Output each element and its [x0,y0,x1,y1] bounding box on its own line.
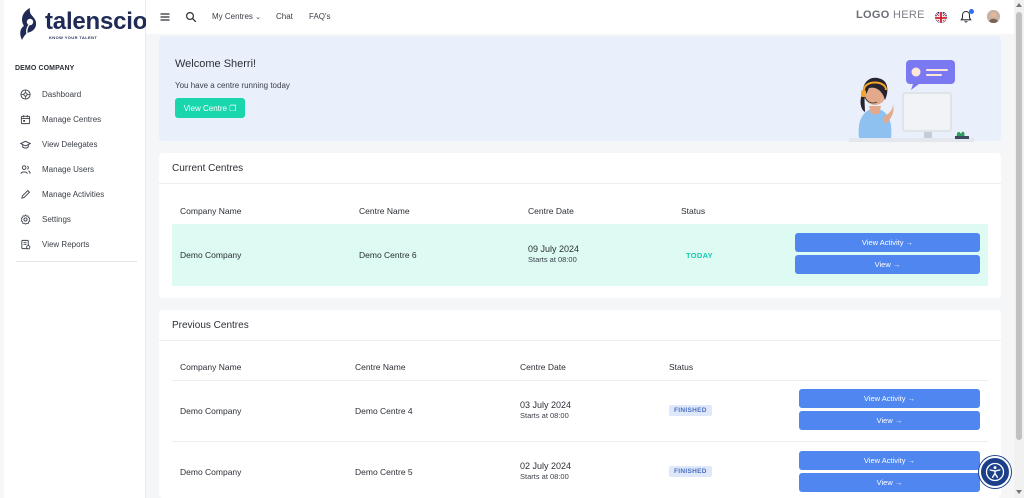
column-header-date: Centre Date [528,206,574,216]
previous-centres-card: Previous Centres Company Name Centre Nam… [159,310,1001,498]
row-divider [172,441,988,442]
sidebar-item-label: Manage Centres [42,115,102,124]
view-activity-button[interactable]: View Activity → [799,389,980,408]
column-header-company: Company Name [180,362,242,372]
scroll-up-arrow-icon[interactable] [1016,3,1022,7]
welcome-heading: Welcome Sherri! [175,58,257,70]
centre-start-time: Starts at 08:00 [520,472,569,481]
centre-date: 03 July 2024 [520,400,572,410]
sidebar-item-label: Settings [42,215,71,224]
view-activity-button[interactable]: View Activity → [799,451,980,470]
brand-tagline: KNOW YOUR TALENT [49,35,98,40]
sidebar-item-manage-activities[interactable]: Manage Activities [17,182,142,207]
logo-placeholder: LOGO HERE [856,9,925,21]
centre-cell: Demo Centre 6 [359,250,417,260]
sidebar-item-manage-centres[interactable]: Manage Centres [17,107,142,132]
nav-chat[interactable]: Chat [276,12,293,21]
sidebar-item-label: Manage Activities [42,190,105,199]
welcome-message: You have a centre running today [175,81,290,90]
calendar-icon [20,115,31,125]
welcome-banner: Welcome Sherri! You have a centre runnin… [159,36,1001,142]
sidebar-divider [16,261,137,262]
notification-badge [969,9,974,14]
company-cell: Demo Company [180,467,242,477]
nav-my-centres[interactable]: My Centres ⌄ [212,12,261,21]
sidebar-item-label: View Reports [42,240,90,249]
brand-name: talenscio [45,8,148,35]
chevron-down-icon: ⌄ [255,14,262,21]
date-cell: 03 July 2024 Starts at 08:00 [520,400,571,420]
sidebar-nav: Dashboard Manage Centres View Delegates … [17,82,142,257]
nav-faqs[interactable]: FAQ's [309,12,331,21]
company-label: DEMO COMPANY [15,65,75,72]
centre-start-time: Starts at 08:00 [528,255,577,264]
scroll-thumb[interactable] [1016,12,1022,440]
view-button[interactable]: View → [799,473,980,492]
sidebar-item-settings[interactable]: Settings [17,207,142,232]
previous-centres-title: Previous Centres [172,320,249,331]
brand-logo[interactable]: talenscio KNOW YOUR TALENT [16,6,147,44]
centre-date: 02 July 2024 [520,461,572,471]
talenscio-logo-icon [20,8,37,40]
graduation-cap-icon [20,140,31,149]
company-cell: Demo Company [180,250,242,260]
support-agent-illustration [849,60,974,142]
card-divider [159,183,1001,184]
users-icon [20,165,31,174]
sidebar-item-label: Manage Users [42,165,95,174]
search-icon[interactable] [185,11,197,23]
centre-start-time: Starts at 08:00 [520,411,569,420]
column-header-date: Centre Date [520,362,566,372]
accessibility-button[interactable] [979,456,1011,488]
centre-cell: Demo Centre 5 [355,467,413,477]
page-scrollbar[interactable] [1014,0,1024,498]
column-header-company: Company Name [180,206,242,216]
sidebar-item-view-delegates[interactable]: View Delegates [17,132,142,157]
sidebar-item-label: View Delegates [42,140,98,149]
status-badge: TODAY [686,251,713,260]
column-header-status: Status [681,206,706,216]
centre-cell: Demo Centre 4 [355,406,413,416]
card-divider [159,340,1001,341]
sidebar-item-manage-users[interactable]: Manage Users [17,157,142,182]
date-cell: 09 July 2024 Starts at 08:00 [528,244,579,264]
top-bar: My Centres ⌄ Chat FAQ's LOGO HERE [146,0,1014,34]
accessibility-icon [985,462,1005,482]
sidebar-item-view-reports[interactable]: View Reports [17,232,142,257]
view-activity-button[interactable]: View Activity → [795,233,980,252]
centre-date: 09 July 2024 [528,244,580,254]
user-avatar[interactable] [987,10,1000,23]
hamburger-icon[interactable] [159,11,171,23]
gear-icon [20,214,31,225]
row-divider [172,380,988,381]
scroll-down-arrow-icon[interactable] [1016,490,1022,494]
pencil-icon [21,189,31,199]
status-badge: FINISHED [669,405,712,416]
report-icon [21,239,31,250]
view-button[interactable]: View → [795,255,980,274]
current-centres-card: Current Centres Company Name Centre Name… [159,153,1001,298]
sidebar-item-dashboard[interactable]: Dashboard [17,82,142,107]
view-button[interactable]: View → [799,411,980,430]
column-header-centre: Centre Name [355,362,406,372]
uk-flag-icon[interactable] [935,11,947,23]
column-header-status: Status [669,362,694,372]
sidebar-item-label: Dashboard [42,90,82,99]
status-badge: FINISHED [669,466,712,477]
company-cell: Demo Company [180,406,242,416]
date-cell: 02 July 2024 Starts at 08:00 [520,461,571,481]
sidebar: talenscio KNOW YOUR TALENT DEMO COMPANY … [4,0,147,498]
view-centre-button[interactable]: View Centre ❐ [175,98,245,118]
current-centres-title: Current Centres [172,163,244,174]
column-header-centre: Centre Name [359,206,410,216]
dashboard-icon [20,89,31,100]
